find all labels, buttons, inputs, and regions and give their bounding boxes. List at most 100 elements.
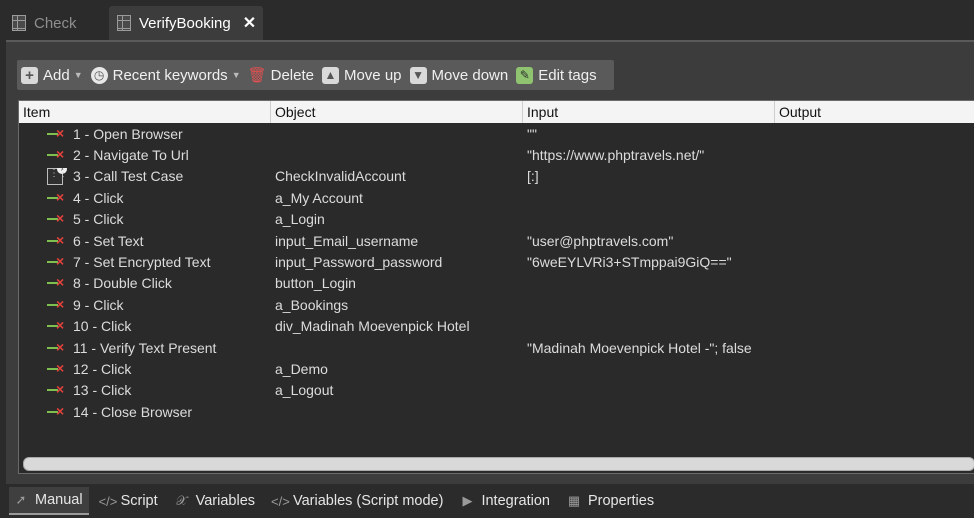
table-header: Item Object Input Output bbox=[19, 101, 974, 123]
table-row[interactable]: × 9 - Click a_Bookings bbox=[19, 294, 974, 315]
arrow-down-icon: ▼ bbox=[409, 66, 427, 84]
delete-button[interactable]: 🗑 Delete bbox=[245, 60, 318, 90]
table-body: × 1 - Open Browser "" × 2 - Navigate To Url "… bbox=[19, 123, 974, 422]
tab-verifybooking[interactable]: VerifyBooking ✕ bbox=[109, 6, 263, 40]
dropdown-caret-icon[interactable]: ▼ bbox=[74, 70, 83, 80]
table-row[interactable]: × 6 - Set Text input_Email_username "user@p… bbox=[19, 230, 974, 251]
input-cell[interactable]: "6weEYLVRi3+STmppai9GiQ==" bbox=[523, 254, 775, 270]
code-icon: </> bbox=[271, 493, 290, 509]
tab-integration[interactable]: ▶ Integration bbox=[455, 488, 556, 514]
input-cell[interactable]: "user@phptravels.com" bbox=[523, 233, 775, 249]
code-icon: </> bbox=[98, 493, 118, 509]
table-row[interactable]: × 7 - Set Encrypted Text input_Password_pa… bbox=[19, 251, 974, 272]
item-cell[interactable]: × 13 - Click bbox=[19, 382, 271, 398]
item-cell[interactable]: × 14 - Close Browser bbox=[19, 404, 271, 420]
step-label: 12 - Click bbox=[73, 360, 132, 377]
object-cell[interactable]: div_Madinah Moevenpick Hotel bbox=[271, 318, 523, 334]
variable-icon: 𝒳 bbox=[176, 493, 188, 508]
keyword-icon: × bbox=[47, 147, 67, 162]
object-cell[interactable]: button_Login bbox=[271, 275, 523, 291]
input-cell[interactable]: "https://www.phptravels.net/" bbox=[523, 147, 775, 163]
mode-tab-bar: ➚ Manual </> Script 𝒳 Variables </> Vari… bbox=[0, 484, 974, 518]
item-cell[interactable]: × 4 - Click bbox=[19, 190, 271, 206]
object-cell[interactable]: a_Login bbox=[271, 211, 523, 227]
item-cell[interactable]: × 6 - Set Text bbox=[19, 233, 271, 249]
keyword-icon: × bbox=[47, 211, 67, 226]
object-cell[interactable]: input_Email_username bbox=[271, 233, 523, 249]
item-cell[interactable]: × 5 - Click bbox=[19, 211, 271, 227]
step-label: 11 - Verify Text Present bbox=[73, 339, 217, 356]
edit-tags-button[interactable]: ✎ Edit tags bbox=[512, 60, 600, 90]
object-cell[interactable]: a_Bookings bbox=[271, 297, 523, 313]
tab-label: VerifyBooking bbox=[139, 14, 231, 32]
keyword-icon: × bbox=[47, 382, 67, 397]
step-label: 8 - Double Click bbox=[73, 275, 172, 292]
tab-properties[interactable]: ▦ Properties bbox=[562, 488, 660, 514]
object-cell[interactable]: a_My Account bbox=[271, 190, 523, 206]
table-icon bbox=[117, 15, 131, 31]
step-label: 1 - Open Browser bbox=[73, 125, 183, 142]
table-row[interactable]: × 10 - Click div_Madinah Moevenpick Hotel bbox=[19, 316, 974, 337]
table-row[interactable]: × 14 - Close Browser bbox=[19, 401, 974, 422]
tab-label: Check bbox=[34, 14, 77, 32]
item-cell[interactable]: × 8 - Double Click bbox=[19, 275, 271, 291]
object-cell[interactable]: a_Demo bbox=[271, 361, 523, 377]
table-row[interactable]: × 4 - Click a_My Account bbox=[19, 187, 974, 208]
table-row[interactable]: › 3 - Call Test Case CheckInvalidAccount[:… bbox=[19, 166, 974, 187]
table-row[interactable]: × 11 - Verify Text Present "Madinah Moeven… bbox=[19, 337, 974, 358]
table-icon: ▦ bbox=[567, 493, 581, 508]
tab-check[interactable]: Check bbox=[4, 6, 106, 40]
column-header-object[interactable]: Object bbox=[271, 101, 523, 123]
step-label: 7 - Set Encrypted Text bbox=[73, 254, 211, 271]
table-row[interactable]: × 2 - Navigate To Url "https://www.phptrav… bbox=[19, 144, 974, 165]
item-cell[interactable]: × 7 - Set Encrypted Text bbox=[19, 254, 271, 270]
tab-variables[interactable]: 𝒳 Variables bbox=[170, 488, 261, 514]
step-label: 9 - Click bbox=[73, 296, 124, 313]
item-cell[interactable]: × 10 - Click bbox=[19, 318, 271, 334]
input-cell[interactable]: "Madinah Moevenpick Hotel -"; false bbox=[523, 340, 775, 356]
test-case-editor: + Add ▼ ◷ Recent keywords ▼ 🗑 Delete ▲ M… bbox=[6, 40, 974, 485]
item-cell[interactable]: × 2 - Navigate To Url bbox=[19, 147, 271, 163]
keyword-icon: × bbox=[47, 126, 67, 141]
clock-icon: ◷ bbox=[90, 66, 108, 84]
column-header-input[interactable]: Input bbox=[523, 101, 775, 123]
input-cell[interactable]: [:] bbox=[523, 168, 775, 184]
step-label: 4 - Click bbox=[73, 189, 124, 206]
move-down-button[interactable]: ▼ Move down bbox=[406, 60, 513, 90]
table-icon bbox=[12, 15, 26, 31]
move-up-button[interactable]: ▲ Move up bbox=[318, 60, 406, 90]
object-cell[interactable]: CheckInvalidAccount bbox=[271, 168, 523, 184]
integration-icon: ▶ bbox=[462, 493, 473, 508]
object-cell[interactable]: input_Password_password bbox=[271, 254, 523, 270]
item-cell[interactable]: › 3 - Call Test Case bbox=[19, 167, 271, 185]
object-cell[interactable]: a_Logout bbox=[271, 382, 523, 398]
tab-manual[interactable]: ➚ Manual bbox=[9, 487, 89, 515]
table-row[interactable]: × 5 - Click a_Login bbox=[19, 209, 974, 230]
close-icon[interactable]: ✕ bbox=[243, 13, 256, 33]
input-cell[interactable]: "" bbox=[523, 126, 775, 142]
item-cell[interactable]: × 9 - Click bbox=[19, 297, 271, 313]
table-row[interactable]: × 1 - Open Browser "" bbox=[19, 123, 974, 144]
horizontal-scrollbar[interactable] bbox=[23, 457, 974, 471]
column-header-item[interactable]: Item bbox=[19, 101, 271, 123]
keyword-icon: × bbox=[47, 190, 67, 205]
tab-script[interactable]: </> Script bbox=[95, 488, 164, 514]
item-cell[interactable]: × 1 - Open Browser bbox=[19, 126, 271, 142]
table-row[interactable]: × 12 - Click a_Demo bbox=[19, 358, 974, 379]
recent-keywords-button[interactable]: ◷ Recent keywords ▼ bbox=[87, 60, 245, 90]
item-cell[interactable]: × 12 - Click bbox=[19, 361, 271, 377]
item-cell[interactable]: × 11 - Verify Text Present bbox=[19, 340, 271, 356]
dropdown-caret-icon[interactable]: ▼ bbox=[232, 70, 241, 80]
editor-tab-bar: Check VerifyBooking ✕ bbox=[0, 0, 974, 40]
step-label: 6 - Set Text bbox=[73, 232, 144, 249]
keyword-icon: × bbox=[47, 254, 67, 269]
keyword-icon: × bbox=[47, 318, 67, 333]
column-header-output[interactable]: Output bbox=[775, 101, 974, 123]
keyword-icon: × bbox=[47, 361, 67, 376]
step-label: 2 - Navigate To Url bbox=[73, 147, 189, 164]
step-label: 13 - Click bbox=[73, 382, 132, 399]
add-button[interactable]: + Add ▼ bbox=[17, 60, 87, 90]
table-row[interactable]: × 13 - Click a_Logout bbox=[19, 380, 974, 401]
tab-variables-script-mode[interactable]: </> Variables (Script mode) bbox=[267, 488, 449, 514]
table-row[interactable]: × 8 - Double Click button_Login bbox=[19, 273, 974, 294]
